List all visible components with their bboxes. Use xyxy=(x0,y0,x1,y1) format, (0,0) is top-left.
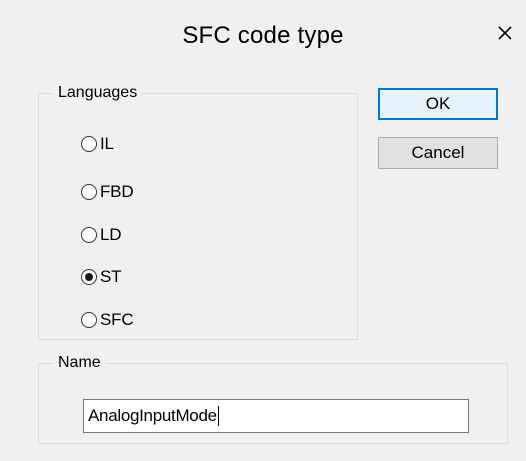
radio-label: ST xyxy=(100,267,122,286)
radio-button[interactable] xyxy=(81,184,97,200)
radio-label: IL xyxy=(100,134,114,153)
name-input[interactable]: AnalogInputMode xyxy=(83,399,469,433)
cancel-button[interactable]: Cancel xyxy=(378,137,498,169)
dialog-title: SFC code type xyxy=(182,22,344,49)
title-bar: SFC code type xyxy=(0,0,526,74)
radio-option-fbd[interactable]: FBD xyxy=(81,180,134,204)
radio-option-ld[interactable]: LD xyxy=(81,223,122,247)
languages-legend: Languages xyxy=(58,84,138,101)
radio-label: SFC xyxy=(100,310,134,329)
name-group: Name AnalogInputMode xyxy=(38,354,508,444)
radio-option-st[interactable]: ST xyxy=(81,265,122,289)
ok-button[interactable]: OK xyxy=(378,88,498,120)
radio-option-sfc[interactable]: SFC xyxy=(81,308,134,332)
radio-label: LD xyxy=(100,225,122,244)
close-button[interactable] xyxy=(490,18,520,48)
languages-group: Languages IL FBD LD ST SFC xyxy=(38,84,358,340)
close-icon xyxy=(498,26,512,40)
name-input-value: AnalogInputMode xyxy=(88,406,217,425)
radio-button[interactable] xyxy=(81,312,97,328)
name-legend: Name xyxy=(58,354,101,371)
radio-button[interactable] xyxy=(81,269,97,285)
radio-option-il[interactable]: IL xyxy=(81,132,114,156)
radio-button[interactable] xyxy=(81,136,97,152)
text-caret xyxy=(217,406,219,426)
sfc-code-type-dialog: SFC code type Languages IL FBD LD ST SFC… xyxy=(0,0,526,461)
radio-label: FBD xyxy=(100,182,134,201)
radio-dot xyxy=(85,273,93,281)
radio-button[interactable] xyxy=(81,227,97,243)
